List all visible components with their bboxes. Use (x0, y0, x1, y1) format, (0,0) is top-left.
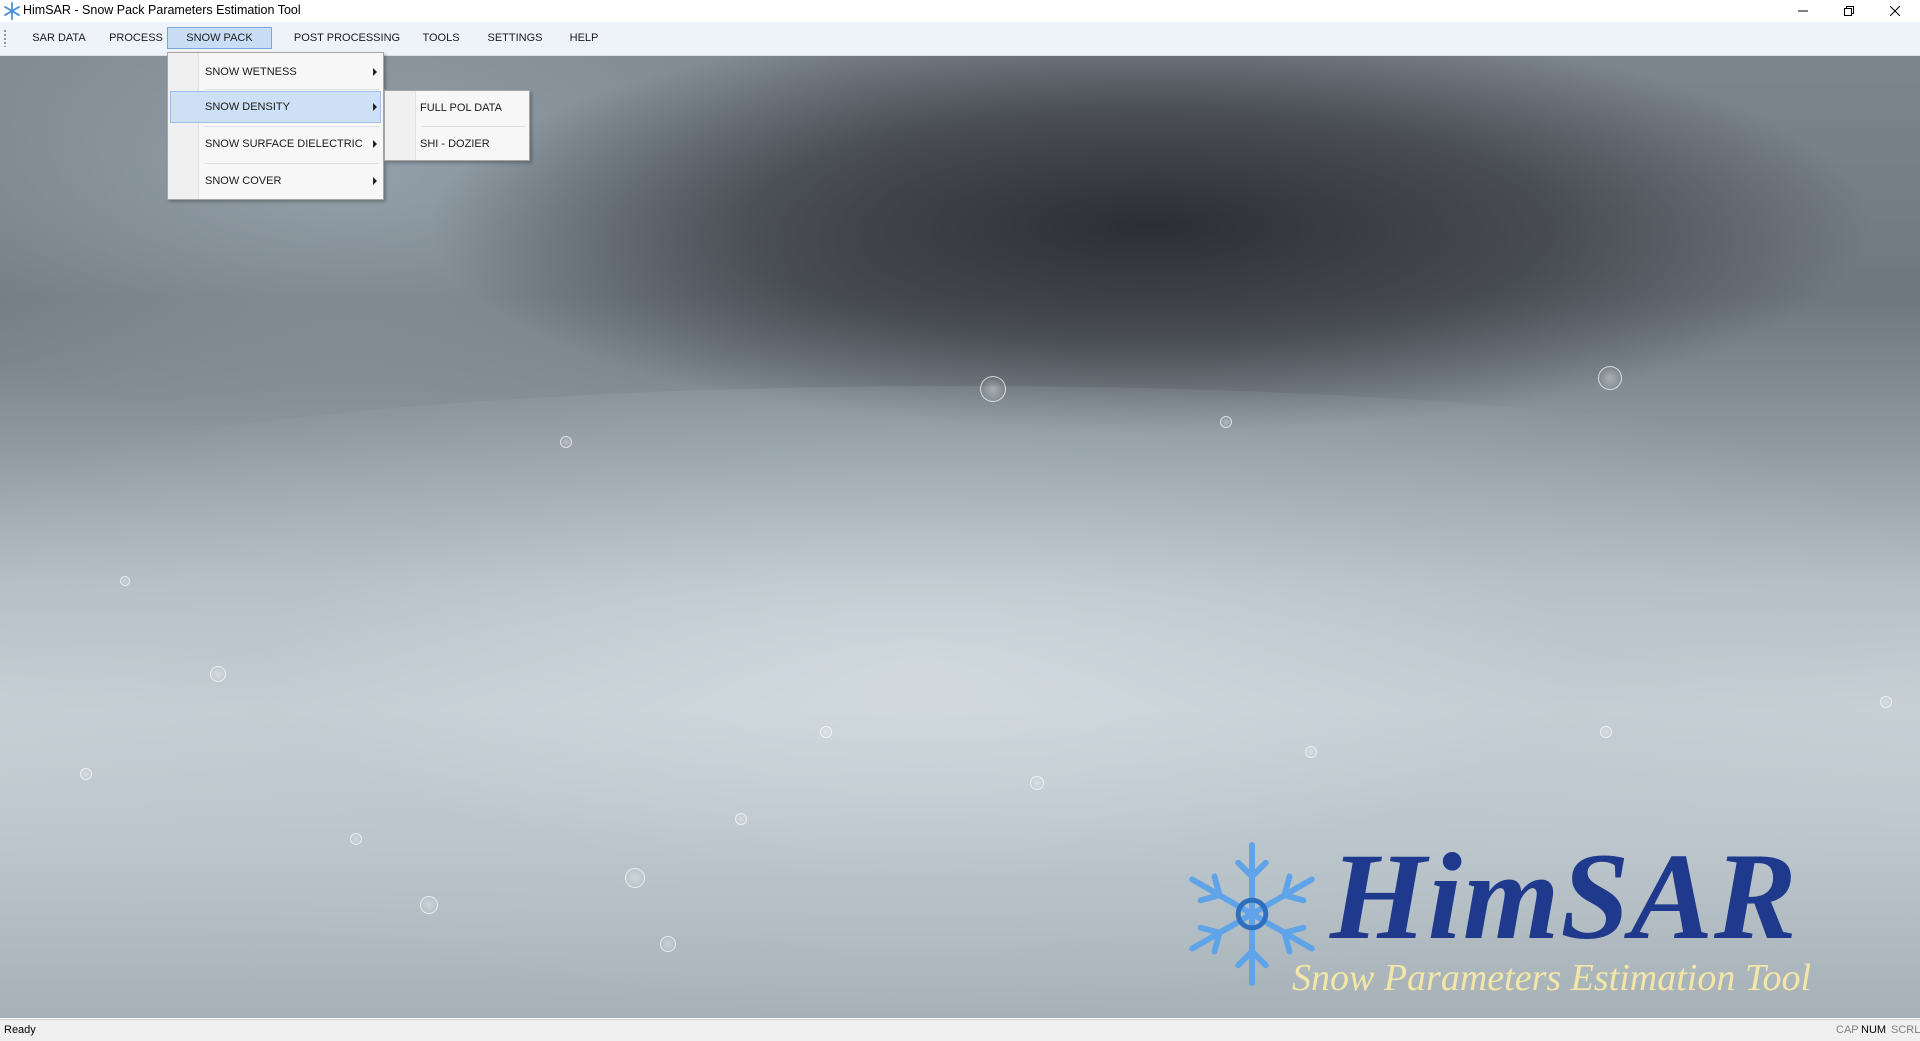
snow-sparkle (625, 868, 645, 888)
status-text: Ready (4, 1024, 36, 1036)
snow-sparkle (735, 813, 747, 825)
menu-separator (204, 126, 379, 127)
scroll-lock-indicator: SCRL (1891, 1024, 1920, 1036)
snow-sparkle (350, 833, 362, 845)
restore-icon (1844, 6, 1854, 16)
caps-lock-indicator: CAP (1836, 1024, 1859, 1036)
snow-density-submenu: FULL POL DATA SHI - DOZIER (384, 90, 530, 161)
menu-item-snow-cover[interactable]: SNOW COVER (170, 165, 381, 197)
title-bar: HimSAR - Snow Pack Parameters Estimation… (0, 0, 1920, 22)
menu-item-snow-surface-dielectric[interactable]: SNOW SURFACE DIELECTRIC (170, 128, 381, 160)
menu-item-label: SNOW COVER (205, 175, 282, 187)
snowflake-icon (4, 2, 20, 20)
snow-sparkle (820, 726, 832, 738)
chevron-right-icon (373, 140, 377, 148)
snow-sparkle (980, 376, 1006, 402)
chevron-right-icon (373, 68, 377, 76)
menu-item-label: SNOW DENSITY (205, 101, 290, 113)
snow-sparkle (560, 436, 572, 448)
restore-button[interactable] (1826, 0, 1872, 22)
snow-sparkle (120, 576, 130, 586)
minimize-button[interactable] (1780, 0, 1826, 22)
menu-item-shi-dozier[interactable]: SHI - DOZIER (420, 128, 490, 160)
menu-post-processing[interactable]: POST PROCESSING (292, 27, 402, 49)
menu-process[interactable]: PROCESS (104, 27, 168, 49)
snow-sparkle (1600, 726, 1612, 738)
menu-item-snow-density[interactable]: SNOW DENSITY (170, 91, 381, 123)
menu-gutter (385, 91, 416, 160)
menu-tools[interactable]: TOOLS (414, 27, 468, 49)
snow-sparkle (1220, 416, 1232, 428)
logo-title: HimSAR (1330, 828, 1798, 965)
snow-sparkle (1598, 366, 1622, 390)
chevron-right-icon (373, 103, 377, 111)
status-bar: Ready CAP NUM SCRL (0, 1019, 1920, 1041)
snow-sparkle (80, 768, 92, 780)
menu-bar: SAR DATA PROCESS SNOW PACK POST PROCESSI… (0, 22, 1920, 56)
menu-sar-data[interactable]: SAR DATA (24, 27, 94, 49)
snow-sparkle (660, 936, 676, 952)
toolbar-grip[interactable] (4, 30, 6, 47)
num-lock-indicator: NUM (1861, 1024, 1887, 1036)
logo-subtitle: Snow Parameters Estimation Tool (1292, 957, 1812, 999)
snow-sparkle (420, 896, 438, 914)
chevron-right-icon (373, 177, 377, 185)
menu-separator (204, 163, 379, 164)
menu-item-label: SNOW WETNESS (205, 66, 297, 78)
menu-snow-pack[interactable]: SNOW PACK (167, 27, 272, 49)
menu-item-snow-wetness[interactable]: SNOW WETNESS (170, 56, 381, 88)
menu-separator (204, 89, 379, 90)
menu-settings[interactable]: SETTINGS (482, 27, 548, 49)
snow-sparkle (1030, 776, 1044, 790)
menu-item-label: SNOW SURFACE DIELECTRIC (205, 138, 363, 150)
minimize-icon (1798, 10, 1808, 12)
close-icon (1890, 6, 1900, 16)
menu-help[interactable]: HELP (563, 27, 605, 49)
snow-pack-dropdown: SNOW WETNESS SNOW DENSITY SNOW SURFACE D… (167, 52, 384, 200)
menu-separator (421, 126, 526, 127)
snow-sparkle (1880, 696, 1892, 708)
window-title: HimSAR - Snow Pack Parameters Estimation… (23, 3, 301, 17)
snow-sparkle (1305, 746, 1317, 758)
close-button[interactable] (1872, 0, 1918, 22)
menu-item-full-pol-data[interactable]: FULL POL DATA (420, 92, 502, 124)
snow-sparkle (210, 666, 226, 682)
